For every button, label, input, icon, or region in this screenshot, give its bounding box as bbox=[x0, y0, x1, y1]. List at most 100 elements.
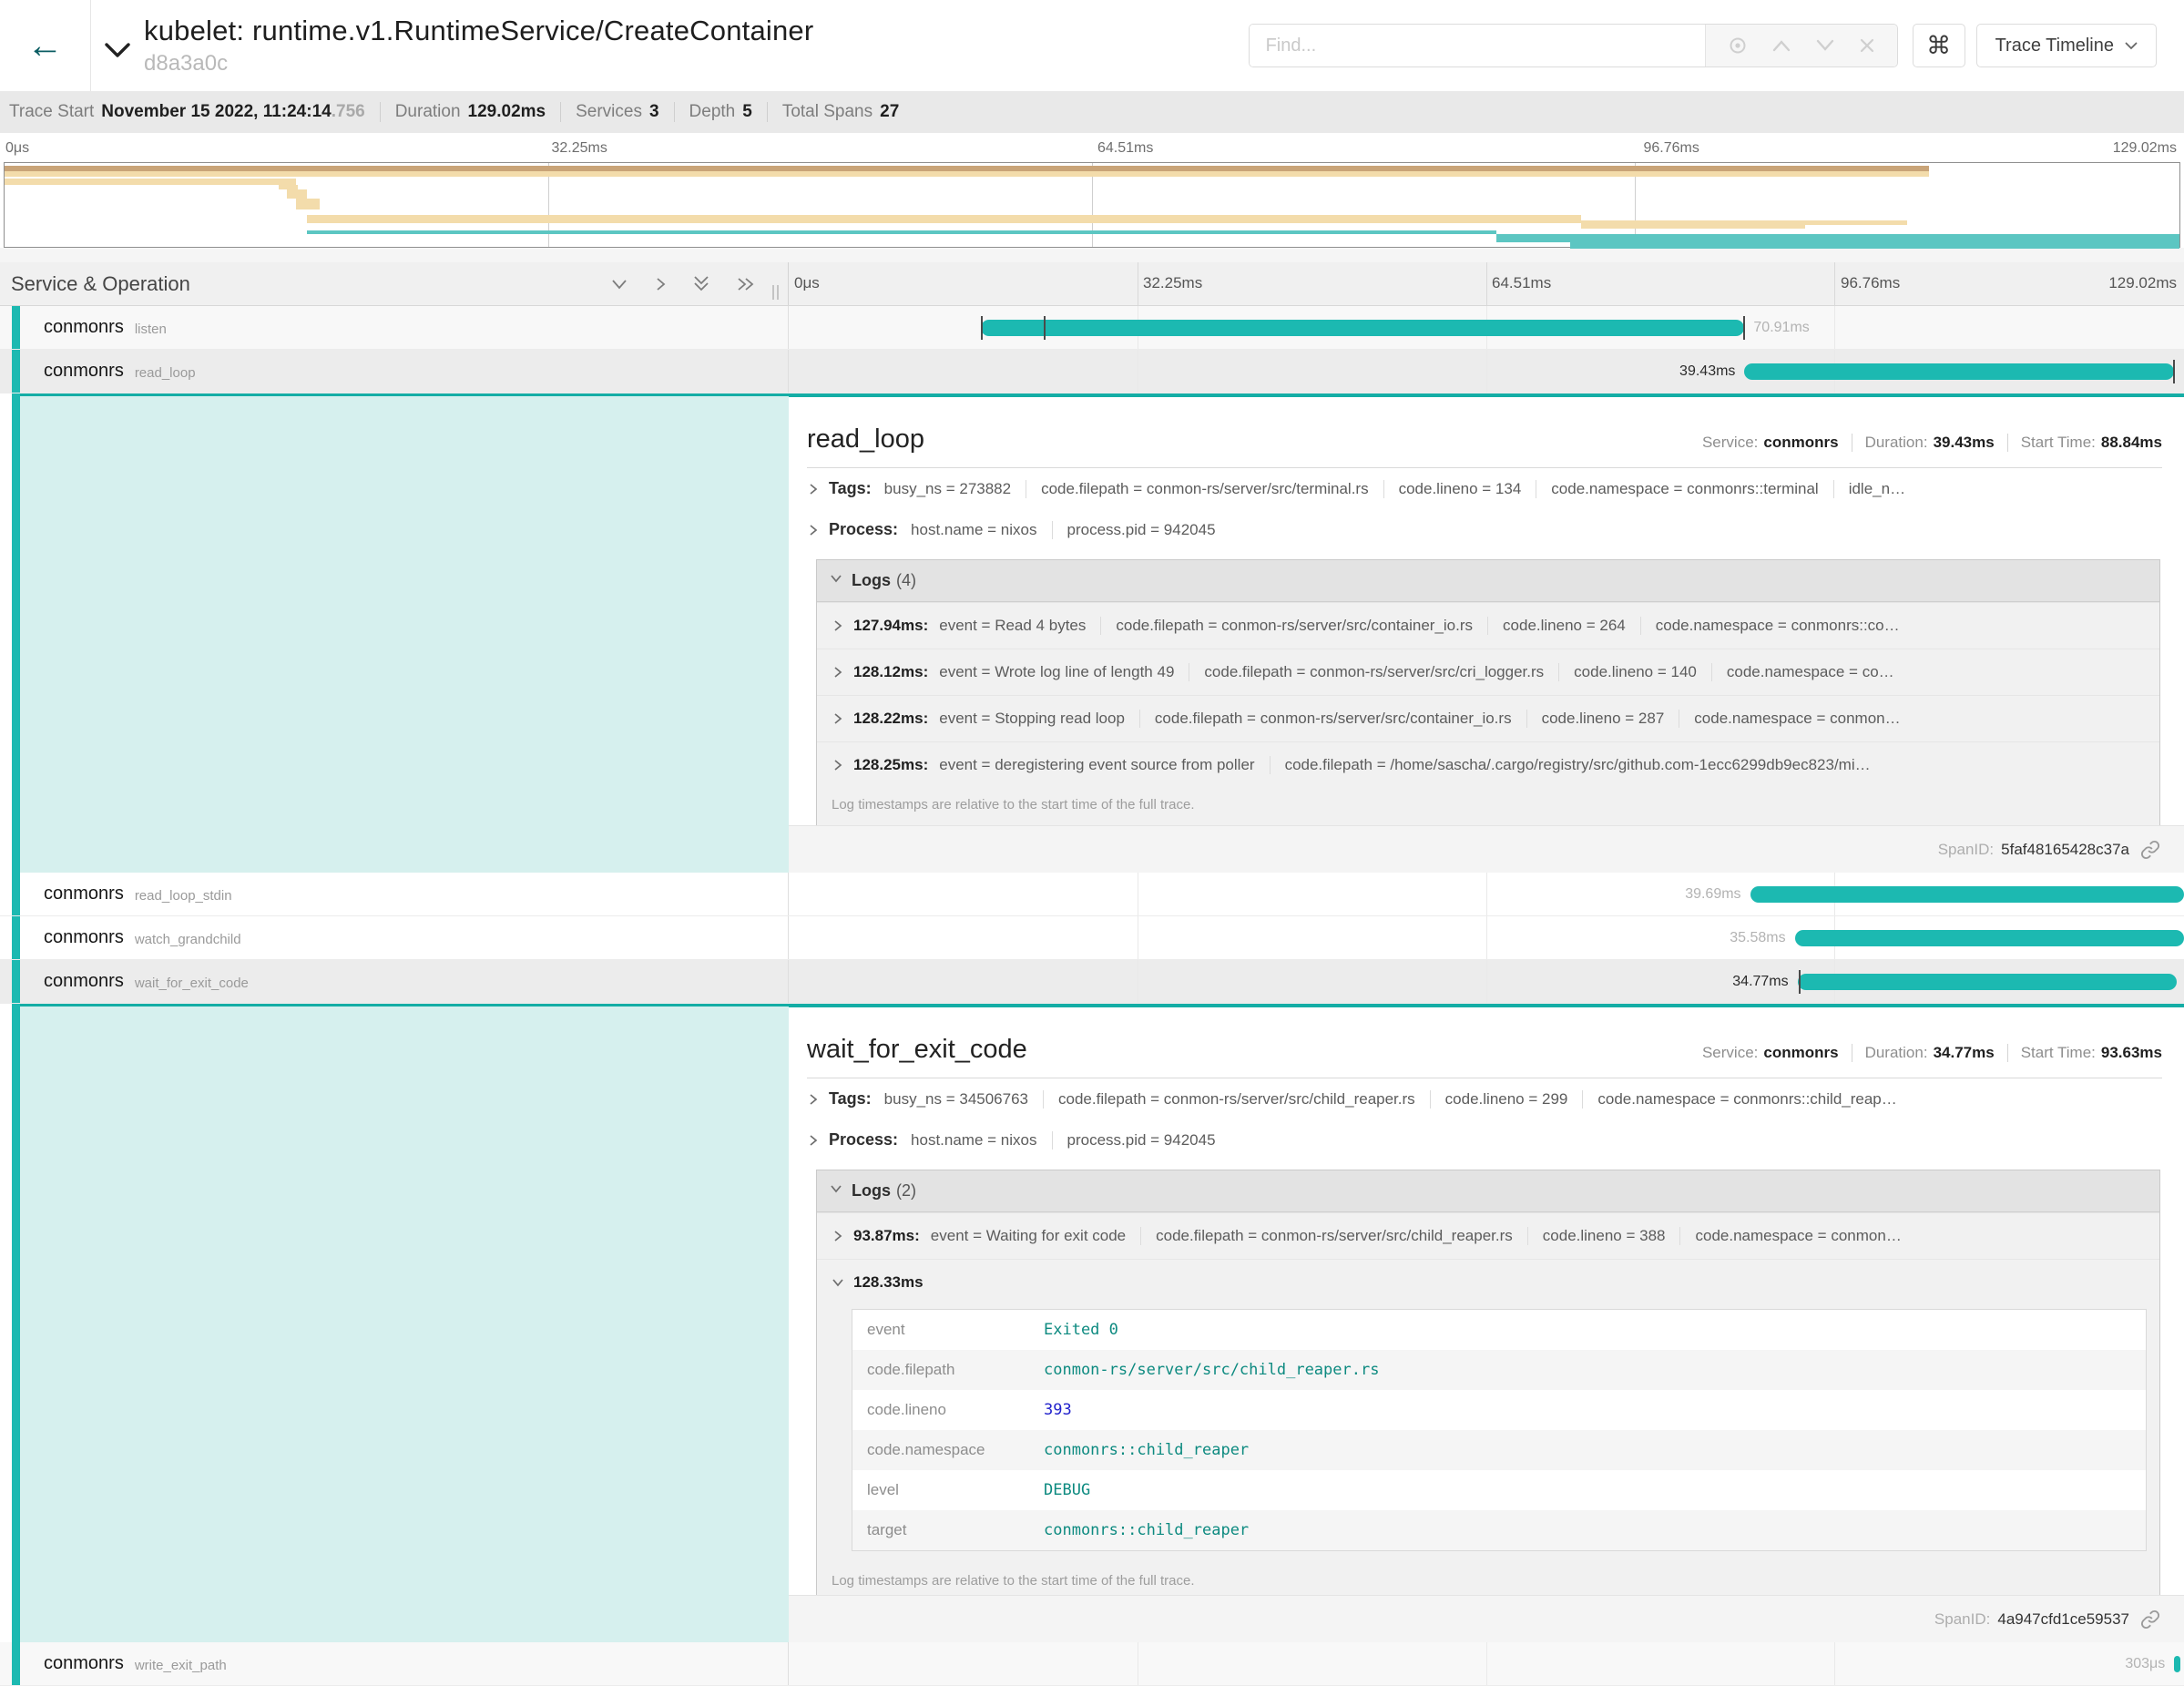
log-timestamp: 128.12ms: bbox=[853, 663, 928, 681]
stat-value: 3 bbox=[649, 102, 659, 122]
minimap-span-bar bbox=[1805, 220, 1907, 225]
expand-one-chevron-right-icon[interactable] bbox=[653, 275, 668, 293]
next-result-chevron-down-icon[interactable] bbox=[1815, 39, 1835, 52]
span-row-watch-grandchild[interactable]: conmonrswatch_grandchild35.58ms bbox=[0, 916, 2184, 960]
stat-label: Services bbox=[576, 102, 642, 122]
span-row-timeline-cell[interactable]: 303μs bbox=[789, 1642, 2184, 1685]
chevron-right-icon bbox=[832, 619, 844, 632]
detail-meta: Service:conmonrsDuration:39.43msStart Ti… bbox=[1702, 434, 2162, 452]
log-entry-row[interactable]: 128.12ms: event = Wrote log line of lengt… bbox=[817, 649, 2159, 695]
detail-indent-backdrop bbox=[20, 393, 789, 873]
column-resizer-handle[interactable] bbox=[772, 285, 779, 300]
log-field-item: code.namespace = conmonrs::co… bbox=[1640, 617, 1914, 635]
span-row-name-cell[interactable]: conmonrslisten bbox=[0, 306, 789, 349]
span-row-read-loop[interactable]: conmonrsread_loop39.43ms bbox=[0, 350, 2184, 393]
process-row[interactable]: Process:host.name = nixosprocess.pid = 9… bbox=[789, 509, 2184, 550]
ruler-tick: 32.25ms bbox=[552, 140, 607, 157]
span-bar[interactable] bbox=[1750, 886, 2184, 903]
log-entry-row[interactable]: 128.25ms:event = deregistering event sou… bbox=[817, 741, 2159, 788]
span-row-timeline-cell[interactable]: 39.69ms bbox=[789, 873, 2184, 915]
span-bar[interactable] bbox=[1795, 930, 2184, 946]
span-row-write-exit-path[interactable]: conmonrswrite_exit_path303μs bbox=[0, 1642, 2184, 1686]
span-row-read-loop-stdin[interactable]: conmonrsread_loop_stdin39.69ms bbox=[0, 873, 2184, 916]
span-operation-name: read_loop_stdin bbox=[135, 888, 232, 904]
span-bar[interactable] bbox=[1798, 974, 2178, 990]
expand-all-double-chevron-right-icon[interactable] bbox=[735, 275, 757, 293]
log-kv-row: code.namespaceconmonrs::child_reaper bbox=[852, 1430, 2146, 1470]
clear-find-close-icon[interactable] bbox=[1859, 37, 1875, 54]
span-bar[interactable] bbox=[1744, 363, 2174, 380]
span-row-name-cell[interactable]: conmonrswait_for_exit_code bbox=[0, 960, 789, 1003]
span-row-name-cell[interactable]: conmonrswrite_exit_path bbox=[0, 1642, 789, 1685]
meta-value: 39.43ms bbox=[1934, 434, 1995, 452]
tags-item: code.namespace = conmonrs::child_reap… bbox=[1582, 1090, 1911, 1109]
span-operation-name: wait_for_exit_code bbox=[135, 976, 249, 991]
process-item: host.name = nixos bbox=[911, 1131, 1051, 1150]
chevron-right-icon bbox=[807, 483, 820, 496]
tags-row[interactable]: Tags:busy_ns = 273882code.filepath = con… bbox=[789, 468, 2184, 509]
span-row-name-cell[interactable]: conmonrsread_loop bbox=[0, 350, 789, 393]
span-service-name: conmonrs bbox=[44, 1653, 124, 1674]
stat-separator bbox=[560, 102, 561, 122]
span-duration-label: 34.77ms bbox=[1732, 974, 1788, 990]
keyboard-shortcuts-button[interactable]: ⌘ bbox=[1913, 24, 1965, 67]
focus-target-icon[interactable] bbox=[1728, 36, 1748, 56]
span-row-timeline-cell[interactable]: 39.43ms bbox=[789, 350, 2184, 393]
deep-link-icon[interactable] bbox=[2140, 1609, 2160, 1630]
log-kv-value: conmonrs::child_reaper bbox=[1044, 1441, 1249, 1459]
find-input[interactable] bbox=[1250, 25, 1705, 66]
log-field-item: code.namespace = conmon… bbox=[1679, 1227, 1915, 1245]
trace-stat-depth: Depth5 bbox=[689, 102, 752, 122]
span-log-tick bbox=[981, 316, 983, 340]
deep-link-icon[interactable] bbox=[2140, 840, 2160, 860]
logs-header[interactable]: Logs(4) bbox=[817, 560, 2159, 602]
log-kv-value: conmon-rs/server/src/child_reaper.rs bbox=[1044, 1361, 1379, 1379]
logs-box: Logs(2)93.87ms:event = Waiting for exit … bbox=[816, 1170, 2160, 1602]
span-row-name-cell[interactable]: conmonrsread_loop_stdin bbox=[0, 873, 789, 915]
span-row-listen[interactable]: conmonrslisten70.91ms bbox=[0, 306, 2184, 350]
meta-label: Start Time: bbox=[2021, 1044, 2096, 1062]
log-kv-row: code.filepathconmon-rs/server/src/child_… bbox=[852, 1350, 2146, 1390]
collapse-all-double-chevron-down-icon[interactable] bbox=[691, 274, 711, 294]
tags-item: code.namespace = conmonrs::terminal bbox=[1536, 480, 1832, 498]
log-kv-row: eventExited 0 bbox=[852, 1310, 2146, 1350]
stat-separator bbox=[767, 102, 768, 122]
process-row[interactable]: Process:host.name = nixosprocess.pid = 9… bbox=[789, 1119, 2184, 1160]
log-field-item: code.filepath = conmon-rs/server/src/con… bbox=[1139, 710, 1526, 728]
prev-result-chevron-up-icon[interactable] bbox=[1771, 39, 1791, 52]
meta-value: 88.84ms bbox=[2101, 434, 2162, 452]
log-fields: event = Wrote log line of length 49code.… bbox=[939, 663, 1908, 681]
service-operation-title: Service & Operation bbox=[11, 272, 190, 296]
span-row-wait-for-exit-code[interactable]: conmonrswait_for_exit_code 34.77ms bbox=[0, 960, 2184, 1004]
meta-separator bbox=[2007, 1044, 2008, 1062]
span-operation-name: listen bbox=[135, 322, 167, 337]
span-bar[interactable] bbox=[2174, 1656, 2180, 1672]
span-row-name-cell[interactable]: conmonrswatch_grandchild bbox=[0, 916, 789, 959]
chevron-right-icon bbox=[807, 524, 820, 536]
log-field-item: code.filepath = /home/sascha/.cargo/regi… bbox=[1270, 756, 1885, 774]
log-entry-row[interactable]: 93.87ms:event = Waiting for exit codecod… bbox=[817, 1212, 2159, 1259]
log-entry-row[interactable]: 128.22ms:event = Stopping read loopcode.… bbox=[817, 695, 2159, 741]
chevron-right-icon bbox=[832, 666, 844, 679]
log-kv-key: code.filepath bbox=[852, 1361, 1044, 1379]
meta-label: Duration: bbox=[1865, 434, 1928, 452]
log-entry-row[interactable]: 128.33ms bbox=[817, 1259, 2159, 1305]
collapse-one-chevron-down-icon[interactable] bbox=[609, 277, 629, 291]
log-entry-row[interactable]: 127.94ms:event = Read 4 bytescode.filepa… bbox=[817, 602, 2159, 649]
header-chevron-down-icon[interactable] bbox=[104, 42, 131, 63]
log-kv-row: code.lineno393 bbox=[852, 1390, 2146, 1430]
span-row-timeline-cell[interactable]: 70.91ms bbox=[789, 306, 2184, 349]
span-bar[interactable] bbox=[981, 320, 1744, 336]
log-kv-row: levelDEBUG bbox=[852, 1470, 2146, 1510]
timeline-minimap[interactable] bbox=[4, 162, 2180, 248]
command-icon: ⌘ bbox=[1926, 32, 1951, 60]
span-row-timeline-cell[interactable]: 35.58ms bbox=[789, 916, 2184, 959]
tags-row[interactable]: Tags:busy_ns = 34506763code.filepath = c… bbox=[789, 1078, 2184, 1119]
process-label: Process: bbox=[829, 520, 898, 539]
back-button[interactable]: ← bbox=[0, 0, 91, 91]
log-field-item: code.lineno = 287 bbox=[1526, 710, 1679, 728]
logs-header[interactable]: Logs(2) bbox=[817, 1170, 2159, 1212]
view-selector-button[interactable]: Trace Timeline bbox=[1976, 24, 2157, 67]
span-id-label: SpanID: bbox=[1934, 1610, 1990, 1629]
span-row-timeline-cell[interactable]: 34.77ms bbox=[789, 960, 2184, 1003]
